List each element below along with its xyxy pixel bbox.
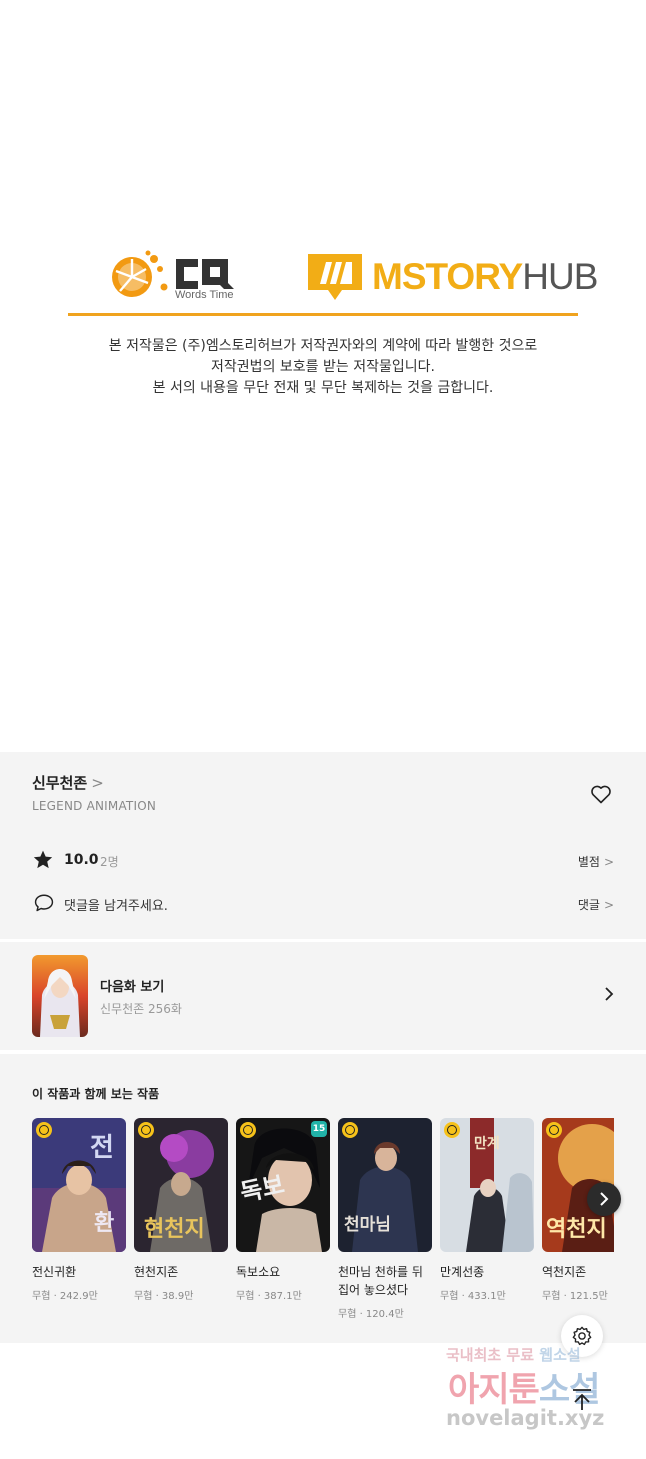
- arrow-up-icon: [573, 1389, 591, 1410]
- copyright-line-3: 본 서의 내용을 무단 전재 및 무단 복제하는 것을 금합니다.: [152, 380, 494, 396]
- clock-badge-icon: [138, 1122, 154, 1138]
- recommendation-title: 독보소요: [236, 1265, 281, 1279]
- cover-image: 만계: [440, 1118, 534, 1252]
- cover-image: 전 환: [32, 1118, 126, 1252]
- cover-image: 현천지: [134, 1118, 228, 1252]
- work-title-link[interactable]: 신무천존 >: [32, 772, 104, 793]
- comment-row[interactable]: 댓글을 남겨주세요. 댓글 >: [32, 892, 614, 916]
- recommendations-carousel[interactable]: 전 환 전신귀환 무협 · 242.9만 현천지 현천지존 무협 · 38.9만…: [32, 1118, 614, 1333]
- work-author: LEGEND ANIMATION: [32, 799, 157, 813]
- mstoryhub-logo: MSTORYHUB: [308, 252, 598, 304]
- svg-text:환: 환: [94, 1210, 114, 1236]
- recommendations-panel: 이 작품과 함께 보는 작품 전 환 전신귀환 무협 · 242.9만 현천지 …: [0, 1054, 646, 1343]
- rating-count: 2명: [100, 855, 119, 869]
- speech-bubble-icon: [33, 892, 55, 914]
- next-episode-thumbnail: [32, 955, 88, 1037]
- svg-text:전: 전: [90, 1133, 114, 1163]
- clock-badge-icon: [240, 1122, 256, 1138]
- scroll-top-button[interactable]: [563, 1380, 601, 1418]
- site-watermark: 국내최초 무료 웹소설 아지툰소설 novelagit.xyz: [440, 1340, 630, 1435]
- heart-outline-icon[interactable]: [589, 782, 613, 806]
- age-rating-badge: 15: [311, 1121, 327, 1137]
- next-episode-subtitle: 신무천존 256화: [100, 1002, 182, 1016]
- clock-badge-icon: [342, 1122, 358, 1138]
- comment-link[interactable]: 댓글 >: [578, 896, 614, 913]
- svg-text:천마님: 천마님: [344, 1215, 391, 1235]
- comment-prompt: 댓글을 남겨주세요.: [64, 899, 168, 914]
- mstoryhub-wordmark: MSTORYHUB: [372, 256, 598, 297]
- divider-line: [68, 313, 578, 316]
- svg-text:현천지: 현천지: [144, 1216, 205, 1242]
- copyright-line-1: 본 저작물은 (주)엠스토리허브가 저작권자와의 계약에 따라 발행한 것으로: [108, 338, 538, 354]
- copyright-line-2: 저작권법의 보호를 받는 저작물입니다.: [211, 359, 435, 375]
- rating-row: 10.0 2명 별점 >: [32, 849, 614, 873]
- cover-image: 천마님: [338, 1118, 432, 1252]
- recommendation-meta: 무협 · 121.5만: [542, 1291, 608, 1302]
- recommendation-meta: 무협 · 387.1만: [236, 1291, 302, 1302]
- work-info-panel: 신무천존 > LEGEND ANIMATION 10.0 2명 별점 > 댓글을 남…: [0, 752, 646, 939]
- recommendations-heading: 이 작품과 함께 보는 작품: [32, 1087, 160, 1101]
- carousel-next-button[interactable]: [587, 1182, 621, 1216]
- rating-score: 10.0: [64, 852, 99, 868]
- next-episode-label: 다음화 보기: [100, 980, 165, 995]
- copyright-notice: 본 저작물은 (주)엠스토리허브가 저작권자와의 계약에 따라 발행한 것으로 …: [60, 336, 586, 399]
- clock-badge-icon: [36, 1122, 52, 1138]
- cq-logo-subtitle: Words Time: [175, 289, 234, 301]
- recommendation-title: 천마님 천하를 뒤집어 놓으셨다: [338, 1265, 423, 1297]
- rating-link[interactable]: 별점 >: [578, 853, 614, 870]
- chevron-right-icon[interactable]: [602, 986, 616, 1002]
- cq-words-time-logo: Words Time: [108, 247, 243, 307]
- clock-badge-icon: [546, 1122, 562, 1138]
- recommendation-title: 역천지존: [542, 1265, 587, 1279]
- recommendation-meta: 무협 · 433.1만: [440, 1291, 506, 1302]
- recommendation-title: 만계선종: [440, 1265, 485, 1279]
- recommendation-title: 현천지존: [134, 1265, 179, 1279]
- next-episode-panel[interactable]: 다음화 보기 신무천존 256화: [0, 942, 646, 1050]
- recommendation-title: 전신귀환: [32, 1265, 77, 1279]
- clock-badge-icon: [444, 1122, 460, 1138]
- recommendation-meta: 무협 · 38.9만: [134, 1291, 194, 1302]
- chevron-right-icon: [600, 1192, 609, 1206]
- recommendation-meta: 무협 · 242.9만: [32, 1291, 98, 1302]
- svg-text:역천지: 역천지: [546, 1216, 607, 1242]
- svg-text:만계: 만계: [474, 1136, 500, 1152]
- recommendation-meta: 무협 · 120.4만: [338, 1309, 404, 1320]
- star-icon: [32, 849, 54, 871]
- cover-image: 독보 15: [236, 1118, 330, 1252]
